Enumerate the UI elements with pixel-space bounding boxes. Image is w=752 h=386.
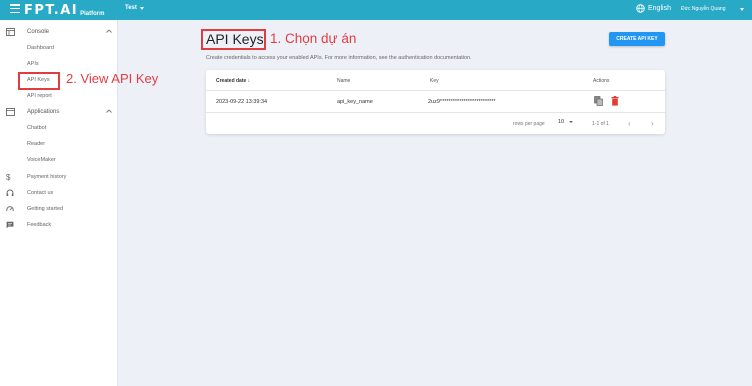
api-keys-table-card: Created date ↓ Name Key Actions 2023-09-… bbox=[206, 70, 665, 134]
sidebar-group-label: Console bbox=[27, 29, 50, 35]
row-divider bbox=[206, 112, 665, 113]
api-keys-highlight-box bbox=[18, 72, 60, 90]
rows-per-page-select[interactable]: 10 bbox=[558, 119, 574, 125]
fpt-ai-logo[interactable]: FPT.AI Platform bbox=[24, 3, 104, 18]
create-api-key-button[interactable]: CREATE API KEY bbox=[609, 32, 665, 46]
column-header-key: Key bbox=[430, 78, 439, 84]
applications-icon bbox=[6, 108, 15, 116]
dollar-icon: $ bbox=[6, 172, 11, 182]
sidebar-item-api-report[interactable]: API report bbox=[27, 93, 52, 99]
sidebar-item-voicemaker[interactable]: VoiceMaker bbox=[27, 157, 56, 163]
language-selector[interactable]: English bbox=[636, 4, 671, 13]
headset-icon bbox=[6, 189, 14, 196]
chevron-up-icon bbox=[106, 29, 112, 33]
logo-brand: FPT.AI bbox=[24, 3, 79, 18]
sidebar-item-getting-started[interactable]: Getting started bbox=[0, 201, 118, 217]
project-selector[interactable]: Test bbox=[125, 5, 144, 11]
column-header-actions: Actions bbox=[593, 78, 610, 84]
next-page-chevron-icon[interactable]: › bbox=[651, 120, 654, 128]
language-label: English bbox=[648, 5, 671, 12]
globe-icon bbox=[636, 4, 645, 13]
hamburger-menu-icon[interactable] bbox=[10, 4, 20, 14]
sidebar-group-applications[interactable]: Applications bbox=[0, 104, 118, 120]
header-divider bbox=[206, 90, 665, 91]
sidebar-item-label: Getting started bbox=[27, 206, 64, 212]
cell-name: api_key_name bbox=[337, 99, 373, 105]
page-subtitle: Create credentials to access your enable… bbox=[206, 55, 472, 61]
chevron-down-icon bbox=[139, 6, 144, 10]
rows-per-page-value: 10 bbox=[558, 119, 565, 125]
chevron-up-icon bbox=[106, 109, 112, 113]
cell-created-date: 2023-09-22 13:39:34 bbox=[216, 99, 268, 105]
cell-key: 2uz9************************** bbox=[428, 99, 496, 105]
sidebar-group-console[interactable]: Console bbox=[0, 24, 118, 40]
sidebar-group-label: Applications bbox=[27, 109, 60, 115]
sidebar-item-chatbot[interactable]: Chatbot bbox=[27, 125, 46, 131]
console-icon bbox=[6, 28, 15, 36]
rows-per-page-label: rows per page bbox=[513, 121, 545, 127]
sidebar-item-payment-history[interactable]: $ Payment history bbox=[0, 169, 118, 185]
chevron-down-icon bbox=[569, 121, 574, 123]
sidebar-item-feedback[interactable]: Feedback bbox=[0, 217, 118, 233]
sidebar-item-contact-us[interactable]: Contact us bbox=[0, 185, 118, 201]
page-title: API Keys bbox=[206, 31, 264, 47]
logo-platform-label: Platform bbox=[80, 11, 105, 17]
speedometer-icon bbox=[6, 206, 14, 212]
previous-page-chevron-icon[interactable]: ‹ bbox=[628, 120, 631, 128]
arrow-down-icon: ↓ bbox=[246, 78, 251, 84]
sidebar-item-reader[interactable]: Reader bbox=[27, 141, 45, 147]
pagination-range: 1-1 of 1 bbox=[592, 121, 609, 127]
annotation-step-1: 1. Chọn dự án bbox=[270, 31, 357, 46]
sidebar-item-apis[interactable]: APIs bbox=[27, 61, 39, 67]
sidebar-item-dashboard[interactable]: Dashboard bbox=[27, 45, 54, 51]
sidebar-item-label: Payment history bbox=[27, 174, 67, 180]
sidebar-item-label: Feedback bbox=[27, 222, 52, 228]
feedback-icon bbox=[6, 221, 14, 229]
column-header-created-date[interactable]: Created date ↓ bbox=[216, 78, 250, 84]
delete-icon[interactable] bbox=[611, 96, 619, 106]
top-bar: FPT.AI Platform Test English Đức Nguyễn … bbox=[0, 0, 752, 20]
copy-icon[interactable] bbox=[594, 96, 603, 106]
column-header-name: Name bbox=[337, 78, 351, 84]
annotation-step-2: 2. View API Key bbox=[66, 71, 159, 86]
column-header-label: Created date bbox=[216, 78, 247, 84]
sidebar-item-label: Contact us bbox=[27, 190, 54, 196]
user-name[interactable]: Đức Nguyễn Quang bbox=[681, 6, 725, 12]
project-name: Test bbox=[125, 5, 137, 11]
user-menu-chevron-icon[interactable] bbox=[740, 8, 744, 11]
